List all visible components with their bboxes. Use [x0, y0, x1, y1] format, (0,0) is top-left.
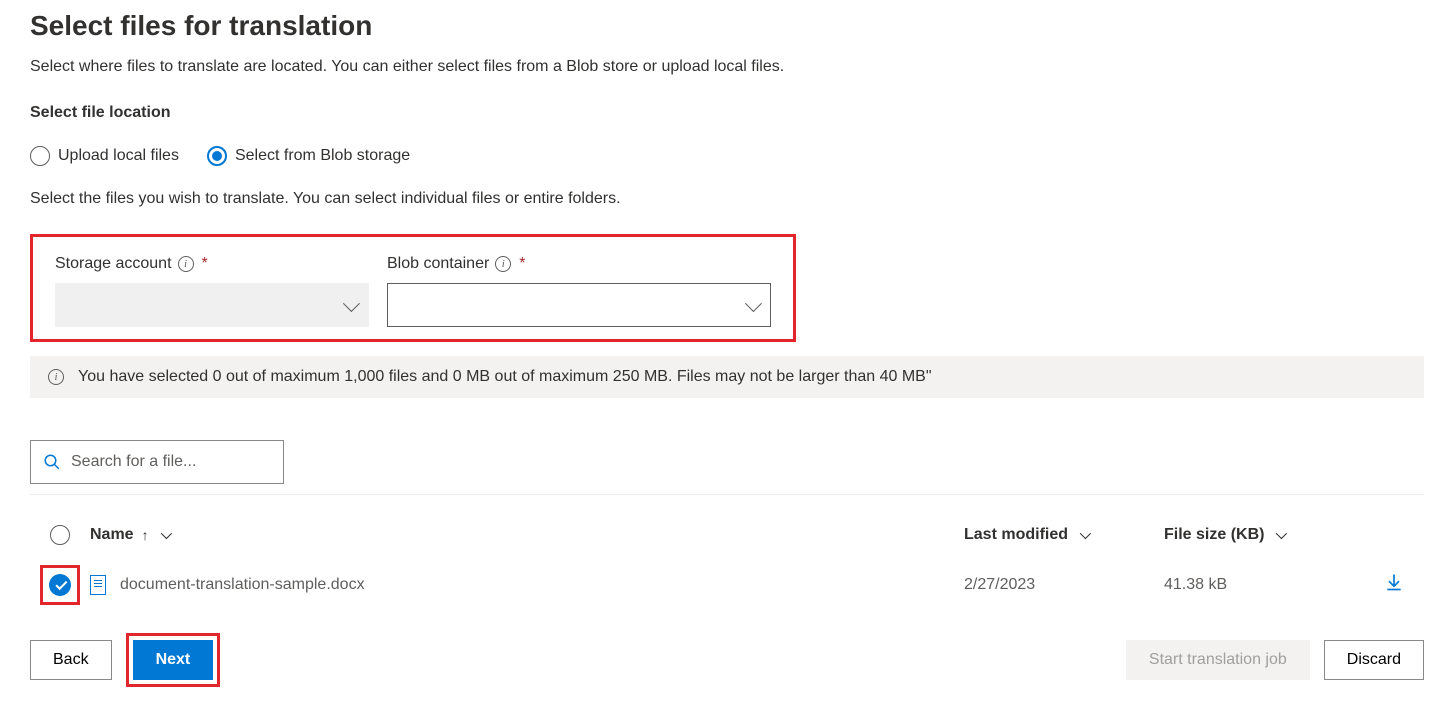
file-location-label: Select file location [30, 104, 1424, 122]
info-icon: i [48, 369, 64, 385]
select-all-checkbox[interactable] [50, 525, 70, 545]
row-checkbox-checked[interactable] [49, 574, 71, 596]
file-table-header: Name ↑ Last modified File size (KB) [30, 515, 1424, 555]
next-button[interactable]: Next [133, 640, 214, 680]
info-bar-text: You have selected 0 out of maximum 1,000… [78, 368, 932, 386]
start-translation-button: Start translation job [1126, 640, 1310, 680]
radio-checked-icon [207, 146, 227, 166]
required-mark: * [202, 255, 208, 273]
column-name-header[interactable]: Name ↑ [90, 526, 964, 544]
page-description: Select where files to translate are loca… [30, 58, 1424, 76]
divider [30, 494, 1424, 495]
radio-blob-storage[interactable]: Select from Blob storage [207, 146, 410, 166]
page-title: Select files for translation [30, 10, 1424, 42]
chevron-down-icon [1276, 528, 1287, 539]
search-icon [43, 453, 61, 471]
selection-hint: Select the files you wish to translate. … [30, 190, 1424, 208]
blob-container-label: Blob container [387, 255, 489, 273]
blob-container-select[interactable] [387, 283, 771, 327]
file-location-radio-group: Upload local files Select from Blob stor… [30, 146, 1424, 166]
blob-container-field: Blob container i * [387, 255, 771, 327]
radio-upload-label: Upload local files [58, 147, 179, 165]
radio-blob-label: Select from Blob storage [235, 147, 410, 165]
sort-ascending-icon: ↑ [142, 527, 149, 543]
next-button-highlight: Next [126, 633, 221, 687]
column-size-label: File size (KB) [1164, 526, 1264, 544]
storage-selectors-highlight: Storage account i * Blob container i * [30, 234, 796, 342]
info-icon[interactable]: i [178, 256, 194, 272]
storage-account-select[interactable] [55, 283, 369, 327]
column-name-label: Name [90, 526, 134, 544]
required-mark: * [519, 255, 525, 273]
chevron-down-icon [160, 528, 171, 539]
column-modified-label: Last modified [964, 526, 1068, 544]
column-size-header[interactable]: File size (KB) [1164, 526, 1364, 544]
checkmark-icon [55, 578, 67, 590]
document-icon [90, 575, 106, 595]
footer-actions: Back Next Start translation job Discard [30, 633, 1424, 687]
info-icon[interactable]: i [495, 256, 511, 272]
file-size: 41.38 kB [1164, 576, 1364, 594]
search-placeholder: Search for a file... [71, 453, 196, 471]
radio-upload-local[interactable]: Upload local files [30, 146, 179, 166]
chevron-down-icon [343, 295, 360, 312]
storage-account-label: Storage account [55, 255, 172, 273]
table-row[interactable]: document-translation-sample.docx 2/27/20… [30, 555, 1424, 615]
storage-account-field: Storage account i * [55, 255, 369, 327]
radio-unchecked-icon [30, 146, 50, 166]
file-name: document-translation-sample.docx [120, 576, 365, 594]
chevron-down-icon [1080, 528, 1091, 539]
back-button[interactable]: Back [30, 640, 112, 680]
file-search-input[interactable]: Search for a file... [30, 440, 284, 484]
column-modified-header[interactable]: Last modified [964, 526, 1164, 544]
file-modified: 2/27/2023 [964, 576, 1164, 594]
discard-button[interactable]: Discard [1324, 640, 1424, 680]
selection-info-bar: i You have selected 0 out of maximum 1,0… [30, 356, 1424, 398]
chevron-down-icon [745, 295, 762, 312]
download-icon[interactable] [1364, 572, 1424, 598]
row-checkbox-highlight [40, 565, 80, 605]
